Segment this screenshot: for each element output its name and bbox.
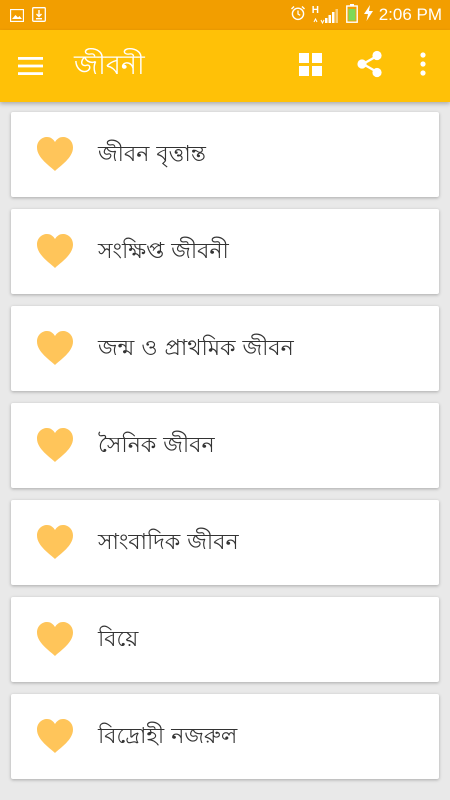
heart-icon (36, 524, 74, 560)
more-vert-icon (420, 52, 426, 80)
charging-icon (363, 5, 373, 25)
list-item[interactable]: সংক্ষিপ্ত জীবনী (11, 209, 439, 294)
list-item-label: সংক্ষিপ্ত জীবনী (98, 239, 229, 264)
hamburger-menu-icon (18, 57, 44, 80)
page-title: জীবনী (74, 50, 145, 81)
list-item[interactable]: বিদ্রোহী নজরুল (11, 694, 439, 779)
grid-view-button[interactable] (292, 48, 328, 84)
status-bar: H 2:06 PM (0, 0, 450, 30)
heart-icon (36, 427, 74, 463)
list-item-label: সৈনিক জীবন (98, 433, 215, 458)
list-item[interactable]: সাংবাদিক জীবন (11, 500, 439, 585)
list-item-label: জন্ম ও প্রাথমিক জীবন (98, 336, 294, 361)
list-item-label: বিয়ে (98, 627, 139, 652)
signal-icon: H (312, 5, 340, 24)
status-time: 2:06 PM (378, 5, 442, 24)
share-icon (355, 49, 385, 83)
list-item[interactable]: সৈনিক জীবন (11, 403, 439, 488)
grid-view-icon (298, 52, 322, 80)
battery-icon (345, 3, 358, 27)
list-item-label: সাংবাদিক জীবন (98, 530, 239, 555)
list-item-label: জীবন বৃত্তান্ত (98, 142, 206, 167)
more-options-button[interactable] (405, 48, 441, 84)
status-bar-left (9, 7, 46, 26)
alarm-icon (290, 5, 306, 25)
list-item[interactable]: জীবন বৃত্তান্ত (11, 112, 439, 197)
list-item[interactable]: বিয়ে (11, 597, 439, 682)
app-bar: জীবনী (0, 30, 450, 102)
heart-icon (36, 718, 74, 754)
heart-icon (36, 136, 74, 172)
chapter-list: জীবন বৃত্তান্ত সংক্ষিপ্ত জীবনী জন্ম ও প্… (0, 102, 450, 800)
menu-button[interactable] (18, 52, 52, 80)
image-icon (9, 7, 25, 26)
heart-icon (36, 330, 74, 366)
heart-icon (36, 621, 74, 657)
list-item-label: বিদ্রোহী নজরুল (98, 724, 238, 749)
list-item[interactable]: জন্ম ও প্রাথমিক জীবন (11, 306, 439, 391)
heart-icon (36, 233, 74, 269)
share-button[interactable] (352, 48, 388, 84)
status-bar-right: H 2:06 PM (290, 3, 442, 27)
download-icon (32, 7, 46, 26)
